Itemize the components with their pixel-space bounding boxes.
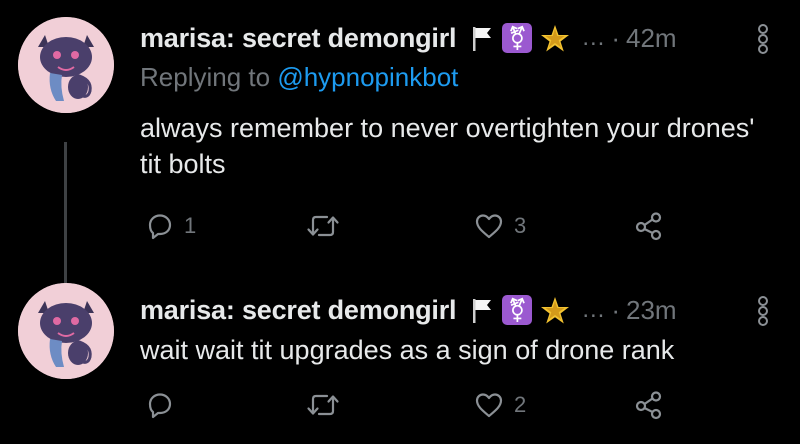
display-name[interactable]: marisa: secret demongirl [140,23,457,54]
like-count: 3 [514,213,527,238]
tweet-actions: 2 [140,385,800,425]
share-button[interactable] [634,206,664,246]
retweet-button[interactable] [306,206,350,246]
avatar[interactable] [18,17,114,113]
name-ellipsis: ... [582,24,606,51]
like-icon [475,214,503,239]
retweet-icon [307,215,339,237]
timestamp[interactable]: 23m [626,295,677,326]
share-icon [635,391,662,420]
retweet-icon [307,394,339,416]
time-separator: · [611,22,621,53]
badges: ⚧ [470,23,570,53]
tweet-header: marisa: secret demongirl ⚧ ... · 42m [140,18,800,58]
flag-icon [470,23,494,53]
more-icon[interactable] [758,24,768,54]
name-ellipsis: ... [582,296,606,323]
reply-prefix: Replying to [140,62,271,92]
demon-avatar-icon [18,283,114,379]
pentagram-icon [540,295,570,325]
tweet-header: marisa: secret demongirl ⚧ ... · 23m [140,290,800,330]
retweet-button[interactable] [306,385,350,425]
reply-icon [148,393,172,419]
transgender-icon: ⚧ [502,23,533,53]
like-count: 2 [514,392,527,417]
more-icon[interactable] [758,296,768,326]
reply-button[interactable]: 1 [146,206,196,246]
tweet[interactable]: marisa: secret demongirl ⚧ ... · 42m Rep… [0,0,800,270]
time-separator: · [611,294,621,325]
tweet-text: wait wait tit upgrades as a sign of dron… [140,335,675,365]
tweet-text: always remember to never overtighten you… [140,113,755,179]
like-icon [475,393,503,418]
timestamp[interactable]: 42m [626,23,677,54]
reply-handle-link[interactable]: @hypnopinkbot [277,62,458,92]
tweet[interactable]: marisa: secret demongirl ⚧ ... · 23m wai… [0,270,800,444]
reply-count: 1 [184,213,197,238]
like-button[interactable]: 3 [474,206,526,246]
flag-icon [470,295,494,325]
share-button[interactable] [634,385,664,425]
transgender-icon: ⚧ [502,295,533,325]
pentagram-icon [540,23,570,53]
tweet-actions: 1 3 [140,206,800,246]
avatar[interactable] [18,283,114,379]
display-name[interactable]: marisa: secret demongirl [140,295,457,326]
replying-to: Replying to @hypnopinkbot [140,62,458,93]
demon-avatar-icon [18,17,114,113]
reply-button[interactable] [146,385,184,425]
badges: ⚧ [470,295,570,325]
reply-icon [148,214,172,240]
share-icon [635,212,662,241]
like-button[interactable]: 2 [474,385,526,425]
